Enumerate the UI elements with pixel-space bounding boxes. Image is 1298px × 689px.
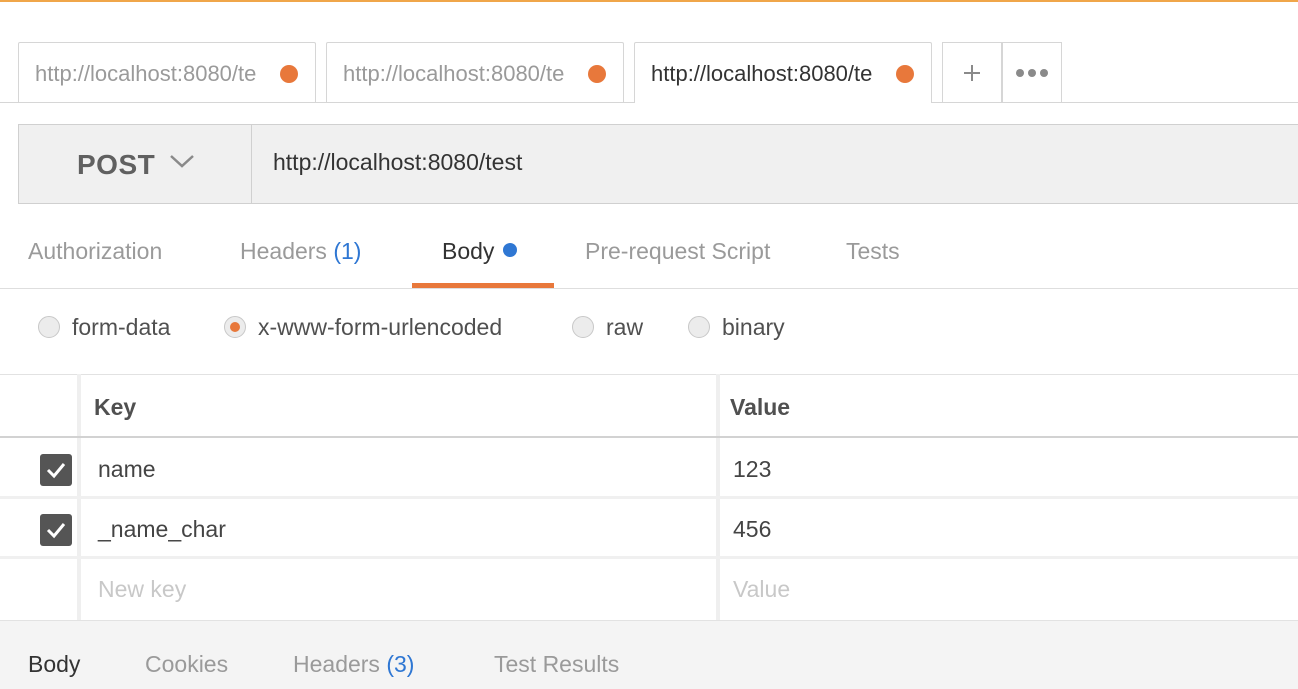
request-section-tabs: Authorization Headers (1) Body Pre-reque… (0, 224, 1298, 290)
method-label: POST (77, 149, 156, 180)
tab-body[interactable]: Body (442, 238, 518, 265)
param-key[interactable]: name (98, 456, 156, 483)
row-enabled-checkbox[interactable] (40, 514, 72, 546)
checkmark-icon (46, 463, 66, 479)
method-dropdown[interactable]: POST (19, 125, 252, 203)
radio-binary[interactable]: binary (688, 306, 785, 348)
tab-tests[interactable]: Tests (846, 238, 900, 265)
radio-circle-icon (688, 316, 710, 338)
row-enabled-checkbox[interactable] (40, 454, 72, 486)
response-tab-test-results[interactable]: Test Results (494, 651, 619, 678)
request-tab[interactable]: http://localhost:8080/test (326, 42, 624, 102)
radio-raw[interactable]: raw (572, 306, 643, 348)
ellipsis-icon (1016, 68, 1048, 77)
tab-title: http://localhost:8080/test (35, 61, 257, 86)
top-accent-line (0, 0, 1298, 2)
url-input[interactable]: http://localhost:8080/test (273, 149, 522, 176)
param-value[interactable]: 123 (733, 456, 771, 483)
response-tab-headers[interactable]: Headers (3) (293, 651, 414, 678)
request-url-bar: POST http://localhost:8080/test (18, 124, 1298, 204)
radio-label: x-www-form-urlencoded (258, 313, 503, 340)
radio-x-www-form-urlencoded[interactable]: x-www-form-urlencoded (224, 306, 502, 348)
active-tab-indicator (412, 283, 554, 288)
response-tab-body[interactable]: Body (28, 651, 80, 678)
radio-form-data[interactable]: form-data (38, 306, 170, 348)
param-key[interactable]: _name_char (98, 516, 226, 543)
chevron-down-icon (170, 155, 194, 168)
radio-circle-icon (572, 316, 594, 338)
new-value-input[interactable]: Value (733, 576, 790, 603)
tab-pre-request-script[interactable]: Pre-request Script (585, 238, 770, 265)
radio-selected-icon (224, 316, 246, 338)
checkmark-icon (46, 523, 66, 539)
response-tabs: Body Cookies Headers (3) Test Results (0, 620, 1298, 689)
row-divider (0, 496, 1298, 499)
row-divider (0, 556, 1298, 559)
tab-headers[interactable]: Headers (1) (240, 238, 361, 265)
request-tab-active[interactable]: http://localhost:8080/test (634, 42, 932, 103)
request-tab[interactable]: http://localhost:8080/test (18, 42, 316, 102)
table-top-border (0, 374, 1298, 375)
column-header-key: Key (94, 394, 137, 420)
params-table: Key Value name 123 _name_char 456 New ke… (0, 374, 1298, 620)
column-header-value: Value (730, 394, 791, 420)
tab-body-label: Body (442, 238, 495, 264)
response-headers-count-badge: (3) (386, 651, 415, 677)
unsaved-dot-icon (896, 65, 914, 83)
unsaved-dot-icon (280, 65, 298, 83)
request-tab-bar: http://localhost:8080/test http://localh… (0, 42, 1298, 103)
more-tabs-button[interactable] (1002, 42, 1062, 102)
tabs-divider (0, 288, 1298, 289)
unsaved-dot-icon (588, 65, 606, 83)
radio-circle-icon (38, 316, 60, 338)
param-value[interactable]: 456 (733, 516, 771, 543)
radio-label: binary (722, 313, 785, 340)
radio-label: form-data (72, 313, 171, 340)
body-type-selector: form-data x-www-form-urlencoded raw bina… (0, 306, 1298, 350)
modified-dot-icon (503, 243, 518, 257)
headers-count-badge: (1) (333, 238, 362, 264)
plus-icon (964, 64, 980, 81)
new-tab-button[interactable] (942, 42, 1002, 102)
tab-headers-label: Headers (240, 238, 327, 264)
radio-label: raw (606, 313, 644, 340)
new-key-input[interactable]: New key (98, 576, 186, 603)
response-tab-cookies[interactable]: Cookies (145, 651, 228, 678)
response-headers-label: Headers (293, 651, 380, 677)
tab-authorization[interactable]: Authorization (28, 238, 162, 265)
tab-title: http://localhost:8080/test (651, 61, 873, 86)
tab-title: http://localhost:8080/test (343, 61, 565, 86)
header-divider (0, 436, 1298, 438)
